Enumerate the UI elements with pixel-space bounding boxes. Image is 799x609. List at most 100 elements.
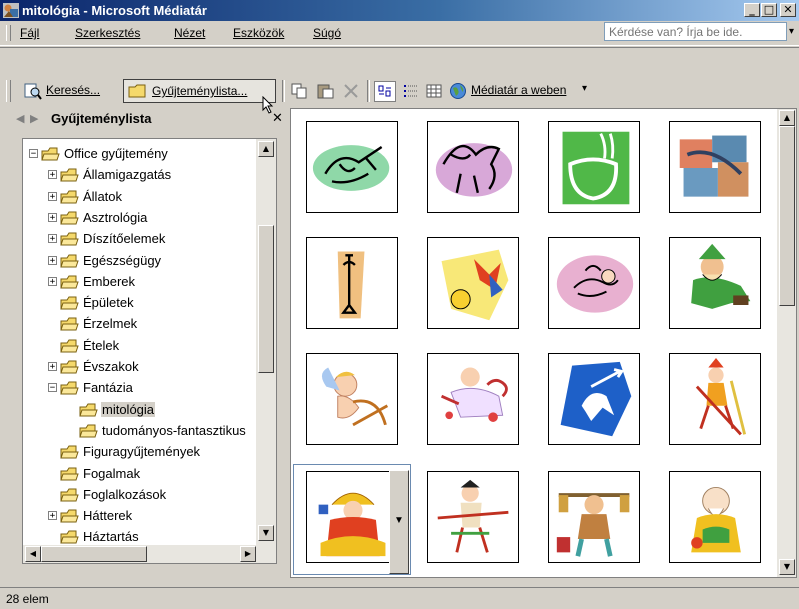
tree-hscroll-thumb[interactable] xyxy=(41,546,147,562)
centaur-clip[interactable] xyxy=(548,353,640,445)
expand-icon[interactable]: + xyxy=(48,362,57,372)
gallery-scroll-down-button[interactable]: ▼ xyxy=(779,559,795,575)
tree-item[interactable]: + Évszakok xyxy=(23,357,255,377)
folder-icon xyxy=(60,381,79,395)
tree-item-label: Háztartás xyxy=(83,529,139,545)
pegasus-clip[interactable] xyxy=(427,121,519,213)
toolbar-grip[interactable] xyxy=(6,80,11,102)
menu-view[interactable]: Nézet xyxy=(174,26,205,40)
menu-edit[interactable]: Szerkesztés xyxy=(75,26,140,40)
forward-arrow-icon[interactable]: ▶ xyxy=(30,112,38,125)
thumbnails-view-button[interactable] xyxy=(374,81,396,102)
bull-clip[interactable] xyxy=(306,121,398,213)
expand-icon[interactable]: + xyxy=(48,511,57,521)
clip-gallery[interactable]: ▼ ▲ ▼ xyxy=(290,108,797,578)
back-arrow-icon[interactable]: ◀ xyxy=(16,112,24,125)
ask-dropdown-icon[interactable]: ▾ xyxy=(789,26,794,37)
tree-item-label: Épületek xyxy=(83,295,134,311)
tree-item[interactable]: tudományos-fantasztikus xyxy=(23,421,255,441)
tree-item[interactable]: + Államigazgatás xyxy=(23,165,255,185)
ask-question-input[interactable] xyxy=(604,22,787,41)
folder-icon xyxy=(60,211,79,225)
tree-item[interactable]: Figuragyűjtemények xyxy=(23,442,255,462)
tree-item[interactable]: mitológia xyxy=(23,400,255,420)
cupid-clip[interactable] xyxy=(306,353,398,445)
collection-list-button[interactable]: Gyűjteménylista... xyxy=(123,79,276,103)
folder-icon xyxy=(60,467,79,480)
tree-item[interactable]: + Állatok xyxy=(23,187,255,207)
tree-item-label: Évszakok xyxy=(83,359,139,374)
emperor-clip[interactable] xyxy=(306,471,398,563)
cherub-pink-clip[interactable] xyxy=(548,237,640,329)
warrior-clip[interactable] xyxy=(427,471,519,563)
chevron-down-icon[interactable]: ▾ xyxy=(582,83,587,94)
tree-item-label: mitológia xyxy=(101,401,156,417)
tree-item[interactable]: Érzelmek xyxy=(23,314,255,334)
sun-star-clip[interactable] xyxy=(427,237,519,329)
tree-item-label: Díszítőelemek xyxy=(83,231,166,247)
folder-icon xyxy=(60,190,79,204)
close-pane-icon[interactable]: ✕ xyxy=(272,110,283,126)
expand-icon[interactable]: + xyxy=(48,255,57,265)
sage-clip[interactable] xyxy=(669,471,761,563)
close-button[interactable]: ✕ xyxy=(780,3,796,17)
tree-item[interactable]: Fogalmak xyxy=(23,464,255,484)
expand-icon[interactable]: + xyxy=(48,212,57,222)
cupid-heart-clip[interactable] xyxy=(427,353,519,445)
clip-art-image xyxy=(321,367,389,427)
tree-item-label: tudományos-fantasztikus xyxy=(102,422,246,438)
list-view-icon[interactable] xyxy=(403,83,419,99)
collection-tree[interactable]: − Office gyűjtemény + Államigazgatás + Állato… xyxy=(22,138,277,564)
clip-art-image xyxy=(560,361,632,437)
collapse-icon[interactable]: − xyxy=(29,149,38,159)
clip-art-image xyxy=(437,479,509,553)
paste-icon[interactable] xyxy=(317,83,335,99)
tree-scroll-down-button[interactable]: ▼ xyxy=(258,525,274,541)
delete-icon[interactable] xyxy=(343,83,359,99)
clip-art-image xyxy=(695,358,747,436)
expand-icon[interactable]: + xyxy=(48,234,57,244)
expand-icon[interactable]: + xyxy=(48,276,57,286)
menu-file[interactable]: Fájl xyxy=(20,26,39,40)
menubar-grip[interactable] xyxy=(6,25,11,41)
tree-item-label: Államigazgatás xyxy=(83,167,172,183)
toolbar: Keresés... Gyűjteménylista... Médiatár a… xyxy=(0,74,799,114)
tree-item[interactable]: + Díszítőelemek xyxy=(23,229,255,249)
collapse-icon[interactable]: − xyxy=(48,383,57,393)
cauldron-clip[interactable] xyxy=(548,121,640,213)
tree-scroll-left-button[interactable]: ◀ xyxy=(25,546,41,562)
search-button-label: Keresés... xyxy=(46,83,101,97)
tree-item[interactable]: Ételek xyxy=(23,336,255,356)
tree-item[interactable]: − Office gyűjtemény xyxy=(23,144,255,164)
tree-scroll-right-button[interactable]: ▶ xyxy=(240,546,256,562)
leprechaun-clip[interactable] xyxy=(669,237,761,329)
copy-icon[interactable] xyxy=(291,83,309,99)
tree-scroll-up-button[interactable]: ▲ xyxy=(258,141,274,157)
expand-icon[interactable]: + xyxy=(48,191,57,201)
details-view-icon[interactable] xyxy=(426,83,442,99)
tree-item-label: Fantázia xyxy=(83,380,133,396)
clip-menu-button[interactable]: ▼ xyxy=(389,470,409,574)
tree-item[interactable]: Foglalkozások xyxy=(23,485,255,505)
menu-help[interactable]: Súgó xyxy=(313,26,341,40)
tree-item[interactable]: Épületek xyxy=(23,293,255,313)
tree-scroll-thumb[interactable] xyxy=(258,225,274,373)
folder-icon xyxy=(60,360,79,374)
folder-icon xyxy=(79,424,98,438)
gallery-scroll-up-button[interactable]: ▲ xyxy=(779,110,795,126)
porter-clip[interactable] xyxy=(548,471,640,563)
menu-tools[interactable]: Eszközök xyxy=(233,26,284,40)
search-icon xyxy=(24,83,42,100)
expand-icon[interactable]: + xyxy=(48,170,57,180)
tree-item[interactable]: + Emberek xyxy=(23,272,255,292)
tree-item[interactable]: − Fantázia xyxy=(23,378,255,398)
trident-key-clip[interactable] xyxy=(306,237,398,329)
tree-item[interactable]: + Egészségügy xyxy=(23,251,255,271)
maximize-button[interactable]: □ xyxy=(761,3,777,17)
jester-clip[interactable] xyxy=(669,353,761,445)
minimize-button[interactable]: _ xyxy=(744,3,760,17)
tree-item[interactable]: + Hátterek xyxy=(23,506,255,526)
gallery-scroll-thumb[interactable] xyxy=(779,126,795,306)
mosaic-clip[interactable] xyxy=(669,121,761,213)
tree-item[interactable]: + Asztrológia xyxy=(23,208,255,228)
